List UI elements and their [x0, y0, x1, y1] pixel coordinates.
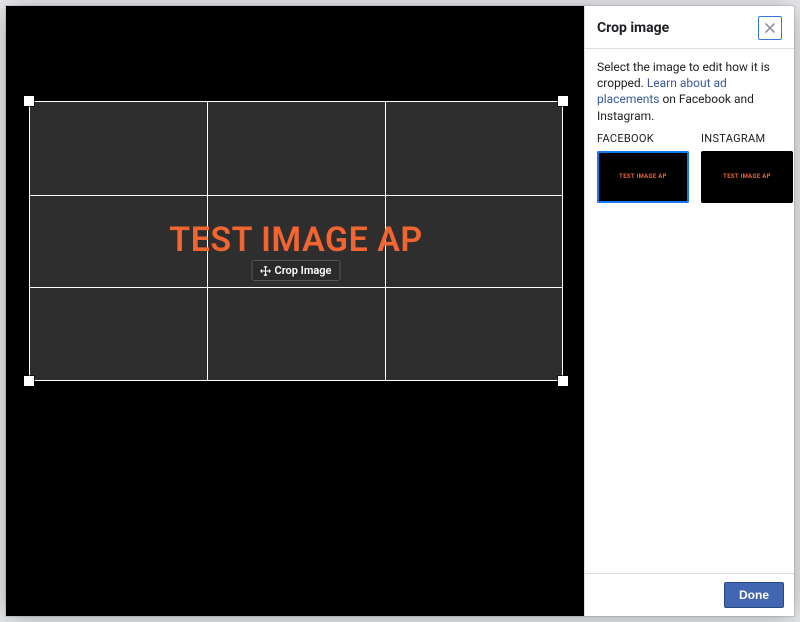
facebook-thumb[interactable]: TEST IMAGE AP: [597, 151, 689, 203]
sidebar-body: Select the image to edit how it is cropp…: [585, 49, 794, 213]
placement-thumbnails: FACEBOOK TEST IMAGE AP INSTAGRAM TEST IM…: [597, 132, 782, 203]
crop-box[interactable]: TEST IMAGE AP Crop Image: [30, 102, 562, 380]
facebook-thumb-col: FACEBOOK TEST IMAGE AP: [597, 132, 689, 203]
close-icon: [764, 22, 776, 34]
crop-handle-bottom-left[interactable]: [24, 376, 34, 386]
sidebar-header: Crop image: [585, 6, 794, 49]
crop-handle-bottom-right[interactable]: [558, 376, 568, 386]
thumb-mini-text: TEST IMAGE AP: [619, 173, 667, 181]
sidebar-title: Crop image: [597, 20, 669, 36]
thumb-label-facebook: FACEBOOK: [597, 132, 689, 147]
close-button[interactable]: [758, 16, 782, 40]
done-button[interactable]: Done: [724, 582, 784, 608]
crop-handle-top-left[interactable]: [24, 96, 34, 106]
thumb-label-instagram: INSTAGRAM: [701, 132, 793, 147]
crop-image-dialog: TEST IMAGE AP Crop Image: [6, 6, 794, 616]
move-icon: [261, 266, 271, 276]
sidebar-footer: Done: [585, 573, 794, 616]
crop-image-tooltip[interactable]: Crop Image: [252, 260, 341, 281]
thumb-mini-text: TEST IMAGE AP: [723, 173, 771, 181]
crop-sidebar: Crop image Select the image to edit how …: [584, 6, 794, 616]
instagram-thumb-col: INSTAGRAM TEST IMAGE AP: [701, 132, 793, 203]
crop-image-tooltip-label: Crop Image: [275, 264, 332, 277]
grid-line: [30, 287, 562, 288]
image-overlay-text: TEST IMAGE AP: [30, 220, 562, 260]
crop-stage: TEST IMAGE AP Crop Image: [6, 6, 584, 616]
crop-handle-top-right[interactable]: [558, 96, 568, 106]
grid-line: [30, 195, 562, 196]
instagram-thumb[interactable]: TEST IMAGE AP: [701, 151, 793, 203]
